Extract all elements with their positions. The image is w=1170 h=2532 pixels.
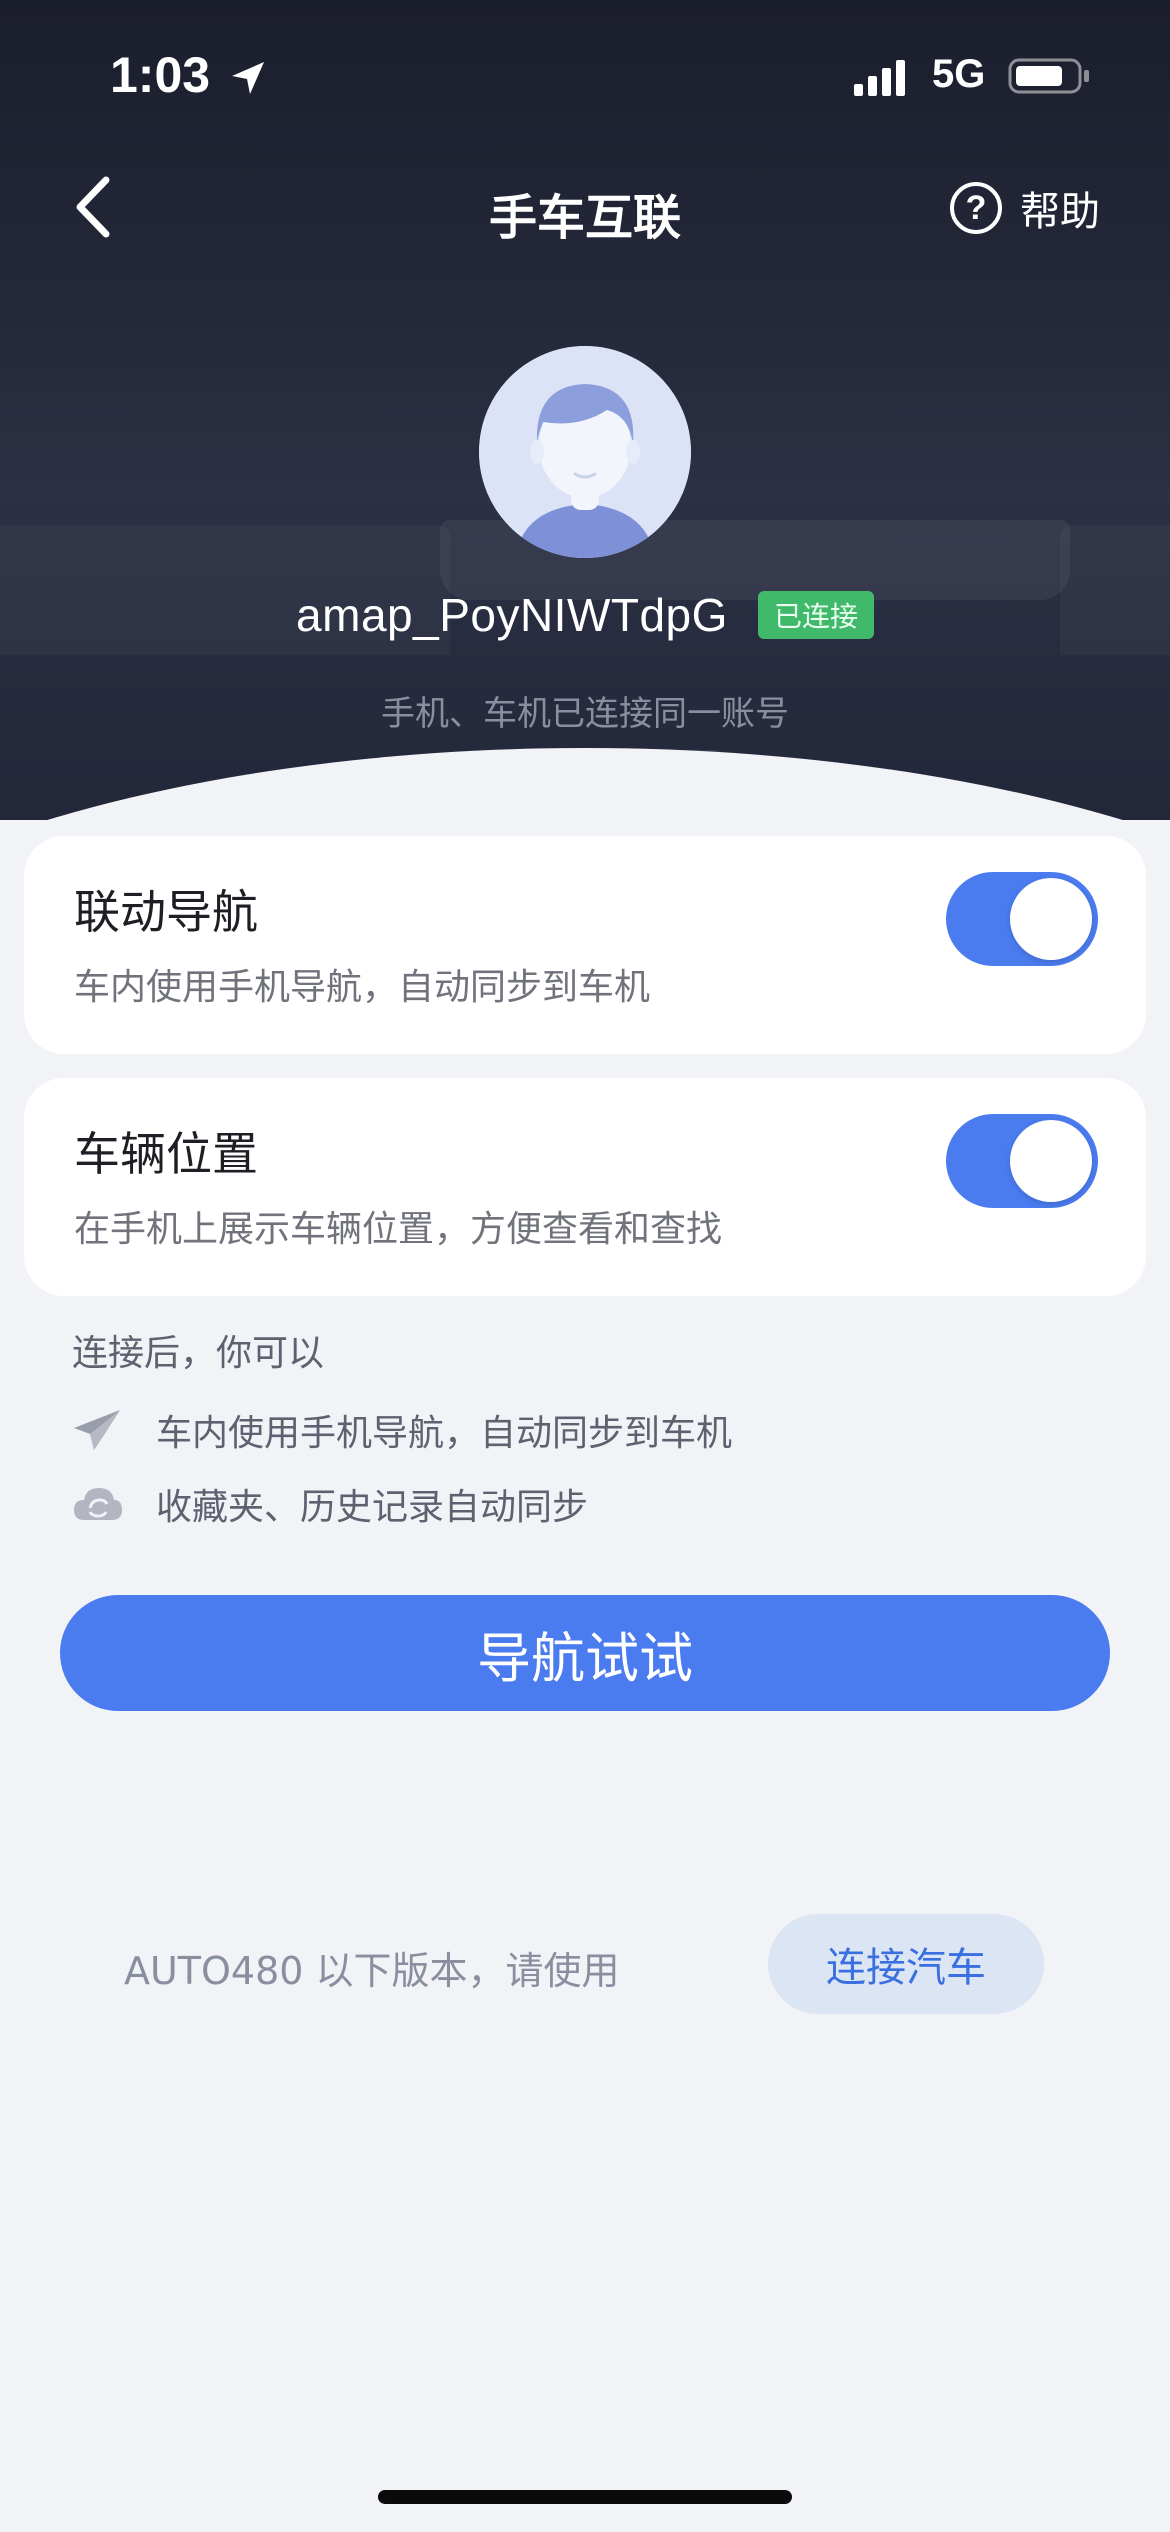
feature-text: 收藏夹、历史记录自动同步 bbox=[156, 1487, 589, 1528]
vehicle-location-toggle[interactable] bbox=[946, 1114, 1098, 1208]
paper-plane-icon bbox=[72, 1405, 134, 1455]
legacy-version-text: AUTO480 以下版本，请使用 bbox=[124, 1949, 620, 1993]
card-description: 在手机上展示车辆位置，方便查看和查找 bbox=[74, 1209, 723, 1250]
home-indicator[interactable] bbox=[378, 2490, 792, 2504]
feature-item: 车内使用手机导航，自动同步到车机 bbox=[72, 1404, 732, 1456]
feature-item: 收藏夹、历史记录自动同步 bbox=[72, 1478, 588, 1530]
connect-car-button[interactable]: 连接汽车 bbox=[768, 1914, 1044, 2014]
default-avatar-icon bbox=[479, 346, 691, 558]
status-time: 1:03 bbox=[110, 47, 211, 103]
connected-badge: 已连接 bbox=[757, 591, 874, 639]
cloud-sync-icon bbox=[72, 1479, 134, 1529]
try-navigation-button[interactable]: 导航试试 bbox=[60, 1595, 1110, 1711]
card-title: 联动导航 bbox=[74, 885, 258, 939]
battery-icon bbox=[1008, 58, 1089, 94]
status-bar: 1:03 5G bbox=[0, 0, 1170, 150]
toggle-knob bbox=[1010, 878, 1092, 960]
linked-navigation-toggle[interactable] bbox=[946, 872, 1098, 966]
network-type: 5G bbox=[932, 52, 986, 96]
question-circle-icon: ? bbox=[950, 182, 1002, 234]
location-arrow-icon bbox=[232, 62, 264, 94]
after-connect-title: 连接后，你可以 bbox=[72, 1333, 325, 1374]
avatar bbox=[479, 346, 691, 558]
card-title: 车辆位置 bbox=[74, 1127, 258, 1181]
card-description: 车内使用手机导航，自动同步到车机 bbox=[74, 967, 651, 1008]
help-label: 帮助 bbox=[1020, 189, 1100, 235]
help-button[interactable]: ? 帮助 bbox=[950, 178, 1100, 238]
vehicle-location-card: 车辆位置 在手机上展示车辆位置，方便查看和查找 bbox=[24, 1078, 1146, 1296]
user-info-row: amap_PoyNIWTdpG 已连接 bbox=[0, 588, 1170, 642]
linked-navigation-card: 联动导航 车内使用手机导航，自动同步到车机 bbox=[24, 836, 1146, 1054]
signal-icon bbox=[854, 60, 905, 96]
header-curve bbox=[0, 748, 1170, 820]
account-note: 手机、车机已连接同一账号 bbox=[381, 694, 789, 734]
feature-text: 车内使用手机导航，自动同步到车机 bbox=[156, 1413, 733, 1454]
toggle-knob bbox=[1010, 1120, 1092, 1202]
username: amap_PoyNIWTdpG bbox=[296, 589, 728, 641]
